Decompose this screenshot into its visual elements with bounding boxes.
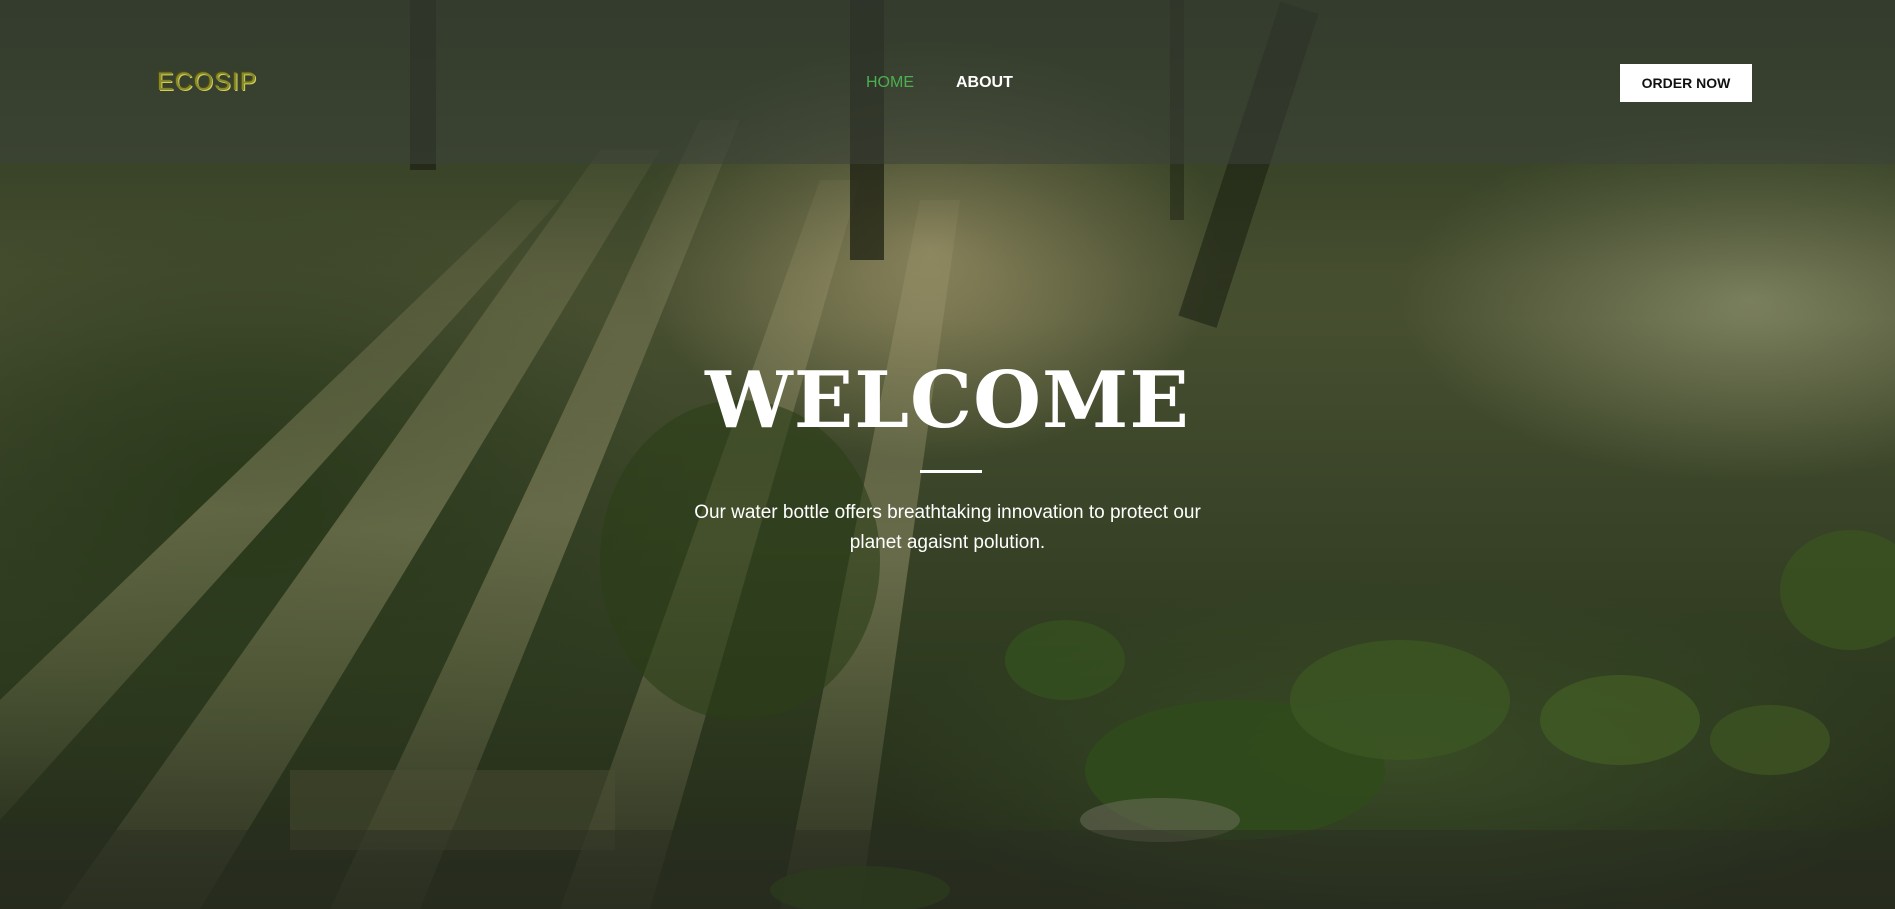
nav-item-home[interactable]: HOME: [866, 74, 914, 92]
brand-logo[interactable]: ECOSIP: [157, 68, 257, 97]
hero-subtitle-line-1: Our water bottle offers breathtaking inn…: [694, 502, 1201, 523]
hero-subtitle-line-2: planet agaisnt polution.: [849, 532, 1046, 553]
main-nav: HOME ABOUT: [866, 74, 1013, 92]
site-header: ECOSIP HOME ABOUT ORDER NOW: [0, 0, 1895, 164]
hero-subtitle: Our water bottle offers breathtaking inn…: [0, 498, 1895, 558]
title-divider: [920, 470, 982, 473]
hero-title: WELCOME: [705, 355, 1190, 446]
nav-item-about[interactable]: ABOUT: [956, 74, 1013, 92]
order-now-button[interactable]: ORDER NOW: [1620, 64, 1752, 102]
